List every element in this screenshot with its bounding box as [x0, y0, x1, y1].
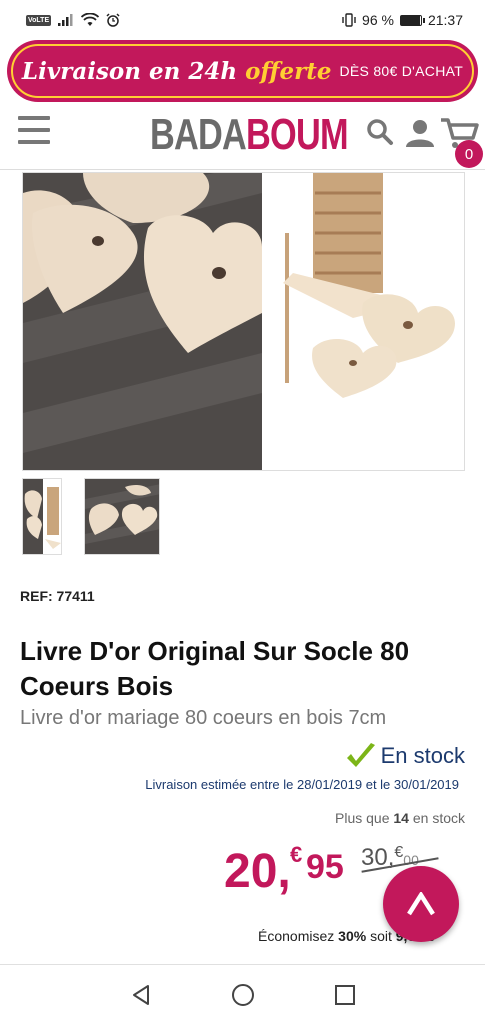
- delivery-prefix: Livraison estimée entre le: [145, 777, 294, 792]
- promo-banner[interactable]: Livraison en 24h offerte DÈS 80€ D'ACHAT: [7, 40, 478, 102]
- logo-part-bada: BADA: [150, 110, 247, 159]
- wifi-icon: [81, 13, 100, 26]
- status-right: 96 % 21:37: [342, 12, 463, 28]
- price-decimals: 95: [306, 848, 344, 886]
- stock-status: En stock: [345, 742, 465, 770]
- site-header: BADABOUM: [0, 108, 485, 170]
- battery-percent: 96 %: [362, 12, 394, 28]
- back-icon[interactable]: [130, 984, 152, 1006]
- product-main-image[interactable]: [22, 172, 465, 471]
- scroll-to-top-button[interactable]: [383, 866, 459, 942]
- signal-icon: [58, 14, 73, 26]
- promo-headline: Livraison en 24h: [21, 57, 238, 85]
- system-nav-bar: [0, 966, 485, 1024]
- volte-badge: VoLTE: [26, 14, 52, 26]
- promo-highlight: offerte: [245, 57, 332, 85]
- status-bar: VoLTE 96 % 21:37: [0, 0, 485, 40]
- delivery-estimate: Livraison estimée entre le 28/01/2019 et…: [145, 777, 459, 792]
- search-icon[interactable]: [366, 118, 394, 146]
- stock-status-text: En stock: [380, 743, 465, 768]
- hamburger-menu-icon[interactable]: [18, 116, 50, 144]
- savings-prefix: Économisez: [258, 928, 335, 944]
- account-icon[interactable]: [404, 118, 436, 148]
- old-price-currency: €: [394, 844, 404, 861]
- price-currency: €: [290, 842, 303, 867]
- chevron-up-icon: [407, 892, 435, 916]
- product-page: VoLTE 96 % 21:37 Livraison en 24h offert…: [0, 0, 485, 1024]
- product-thumbnails: [22, 478, 160, 555]
- thumbnail-2[interactable]: [84, 478, 160, 555]
- nav-divider: [0, 964, 485, 965]
- vibrate-icon: [342, 13, 356, 27]
- alarm-icon: [106, 13, 120, 27]
- savings-percent: 30%: [338, 928, 367, 944]
- thumbnail-1[interactable]: [22, 478, 62, 555]
- battery-icon: [399, 14, 425, 26]
- cart-count-badge[interactable]: 0: [455, 140, 483, 168]
- delivery-mid: et le: [365, 777, 391, 792]
- product-title: Livre D'or Original Sur Socle 80 Coeurs …: [20, 636, 410, 701]
- clock: 21:37: [427, 12, 463, 28]
- status-left: VoLTE: [26, 13, 120, 27]
- remaining-prefix: Plus que: [335, 810, 390, 826]
- logo-part-boum: BOUM: [246, 110, 349, 159]
- product-ref: REF: 77411: [20, 588, 95, 604]
- remaining-stock: Plus que 14 en stock: [335, 810, 465, 826]
- promo-banner-inner: Livraison en 24h offerte DÈS 80€ D'ACHAT: [11, 44, 474, 98]
- checkmark-icon: [346, 743, 375, 767]
- delivery-end-date: 30/01/2019: [393, 777, 459, 792]
- savings-mid: soit: [370, 928, 392, 944]
- price-comma: ,: [277, 845, 291, 898]
- site-logo[interactable]: BADABOUM: [150, 110, 349, 160]
- home-icon[interactable]: [231, 983, 255, 1007]
- recents-icon[interactable]: [334, 984, 356, 1006]
- remaining-suffix: en stock: [412, 810, 465, 826]
- delivery-start-date: 28/01/2019: [297, 777, 363, 792]
- current-price: 20, € 95: [224, 842, 344, 902]
- price-integer: 20: [224, 845, 278, 898]
- promo-condition: DÈS 80€ D'ACHAT: [339, 63, 464, 79]
- product-subtitle: Livre d'or mariage 80 coeurs en bois 7cm: [20, 707, 387, 729]
- remaining-count: 14: [393, 810, 409, 826]
- product-photo: [23, 173, 464, 470]
